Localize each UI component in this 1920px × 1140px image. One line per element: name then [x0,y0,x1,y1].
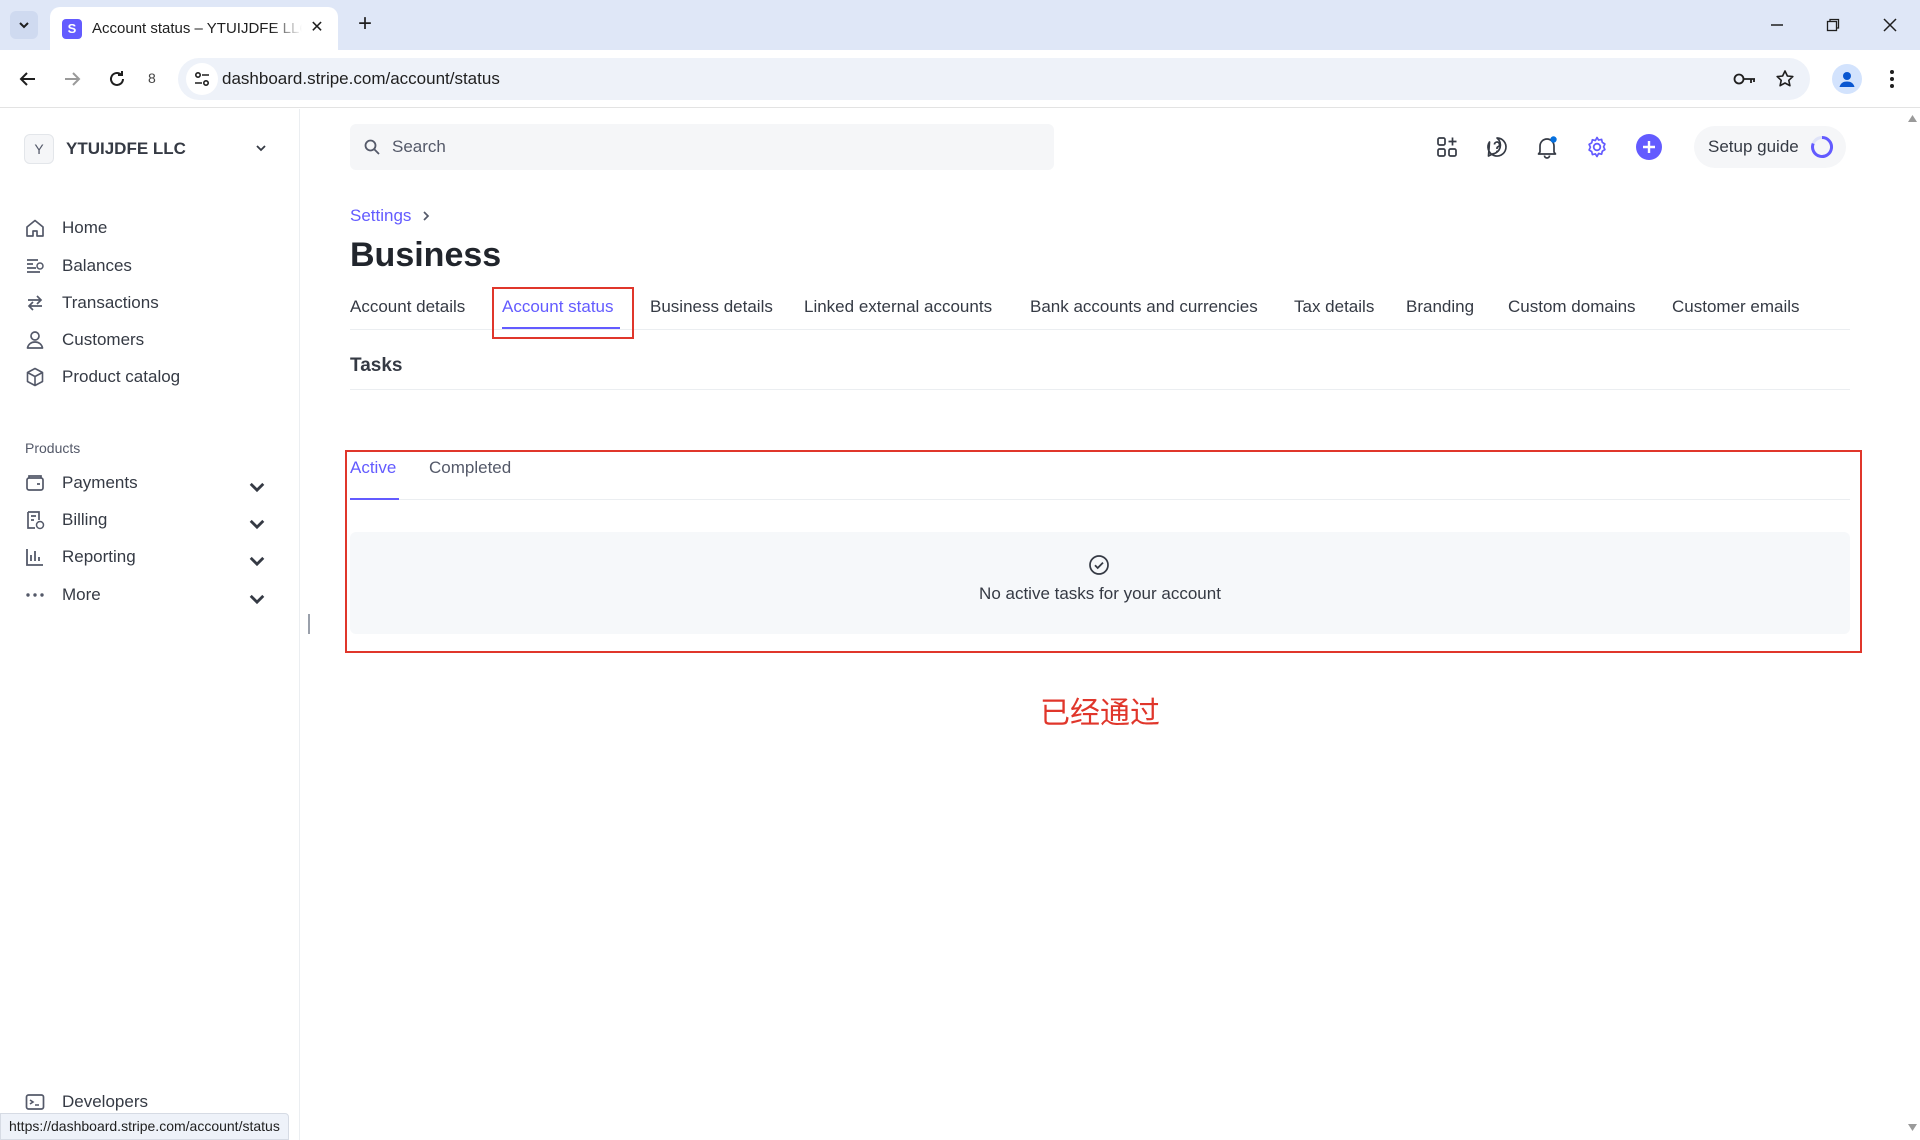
customers-icon [24,329,46,351]
tab-business-details[interactable]: Business details [650,297,773,317]
transactions-icon [24,292,46,314]
sidebar-item-label: Balances [62,256,132,276]
tab-linked-external-accounts[interactable]: Linked external accounts [804,297,992,317]
bookmark-star-icon[interactable] [1772,67,1798,91]
tab-bank-accounts-and-currencies[interactable]: Bank accounts and currencies [1030,297,1258,317]
sidebar-item-transactions[interactable]: Transactions [24,286,274,320]
browser-tab-bar: S Account status – YTUIJDFE LLC ✕ + [0,0,1920,50]
scrollbar[interactable] [1904,109,1920,1140]
browser-tab-active[interactable]: S Account status – YTUIJDFE LLC ✕ [50,7,338,50]
tasks-heading: Tasks [350,355,402,377]
sidebar-item-label: Billing [62,510,107,530]
apps-icon[interactable] [1432,132,1462,162]
chevron-right-icon [421,210,431,222]
tab-title: Account status – YTUIJDFE LLC [92,20,302,37]
tab-tax-details[interactable]: Tax details [1294,297,1374,317]
sidebar-item-label: Reporting [62,547,136,567]
browser-toolbar: 8 dashboard.stripe.com/account/status [0,50,1920,108]
progress-ring-icon [1810,135,1834,159]
extension-badge-count[interactable]: 8 [148,70,156,86]
url-text[interactable]: dashboard.stripe.com/account/status [222,69,500,89]
tab-branding[interactable]: Branding [1406,297,1474,317]
sidebar-item-billing[interactable]: Billing [24,503,274,537]
account-switcher[interactable]: Y YTUIJDFE LLC [24,131,274,167]
reporting-icon [24,546,46,568]
products-section-label: Products [25,440,80,456]
highlight-box-account-status [492,287,634,339]
stripe-favicon-icon: S [62,19,82,39]
more-icon [24,584,46,606]
tab-close-icon[interactable]: ✕ [308,19,326,37]
home-icon [24,217,46,239]
tab-account-details[interactable]: Account details [350,297,465,317]
new-tab-button[interactable]: + [352,12,378,38]
tab-search-button[interactable] [10,11,38,39]
sidebar: Y YTUIJDFE LLC Home Balances Transaction… [0,109,300,1140]
account-avatar: Y [24,134,54,164]
developers-terminal-icon [24,1091,46,1113]
scroll-up-icon[interactable] [1908,115,1917,122]
back-icon[interactable] [14,65,42,93]
sidebar-item-label: Product catalog [62,367,180,387]
scroll-down-icon[interactable] [1908,1124,1917,1131]
search-input[interactable]: Search [350,124,1054,170]
account-name: YTUIJDFE LLC [66,139,186,159]
create-plus-icon[interactable] [1634,132,1664,162]
sidebar-item-customers[interactable]: Customers [24,323,274,357]
sidebar-item-label: Developers [62,1092,148,1112]
minimize-icon[interactable] [1764,12,1790,38]
profile-avatar-icon[interactable] [1832,64,1862,94]
annotation-text: 已经通过 [1040,688,1160,732]
divider [350,389,1850,390]
page-title: Business [350,236,501,275]
sidebar-item-home[interactable]: Home [24,211,274,245]
sidebar-item-label: Payments [62,473,138,493]
billing-icon [24,509,46,531]
chevron-down-icon [246,550,268,572]
product-catalog-icon [24,366,46,388]
chevron-down-icon [17,18,31,32]
sidebar-item-label: Home [62,218,107,238]
balances-icon [24,255,46,277]
tab-customer-emails[interactable]: Customer emails [1672,297,1800,317]
sidebar-item-label: Transactions [62,293,159,313]
sidebar-item-reporting[interactable]: Reporting [24,540,274,574]
chevron-down-icon [254,141,268,155]
sidebar-item-label: More [62,585,101,605]
sidebar-item-balances[interactable]: Balances [24,249,274,283]
close-window-icon[interactable] [1877,12,1903,38]
browser-menu-icon[interactable] [1880,64,1904,94]
search-icon [364,139,380,155]
sidebar-item-more[interactable]: More [24,578,274,612]
sidebar-item-product-catalog[interactable]: Product catalog [24,360,274,394]
notifications-bell-icon[interactable] [1532,132,1562,162]
address-bar[interactable]: dashboard.stripe.com/account/status [178,58,1810,100]
highlight-box-tasks [345,450,1862,653]
tab-custom-domains[interactable]: Custom domains [1508,297,1636,317]
password-key-icon[interactable] [1732,67,1758,91]
breadcrumb-settings-link[interactable]: Settings [350,206,411,226]
link-status-bar: https://dashboard.stripe.com/account/sta… [0,1113,289,1140]
breadcrumb: Settings [350,206,431,226]
setup-guide-button[interactable]: Setup guide [1694,126,1846,168]
chevron-down-icon [246,588,268,610]
sidebar-item-payments[interactable]: Payments [24,466,274,500]
restore-icon[interactable] [1820,12,1846,38]
chevron-down-icon [246,476,268,498]
chevron-down-icon [246,513,268,535]
sidebar-resize-handle[interactable] [308,614,310,634]
setup-guide-label: Setup guide [1708,137,1799,157]
settings-gear-icon[interactable] [1582,132,1612,162]
sidebar-item-label: Customers [62,330,144,350]
search-placeholder: Search [392,137,446,157]
site-info-icon[interactable] [186,63,218,95]
payments-icon [24,472,46,494]
reload-icon[interactable] [103,65,131,93]
help-icon[interactable] [1482,132,1512,162]
forward-icon[interactable] [58,65,86,93]
